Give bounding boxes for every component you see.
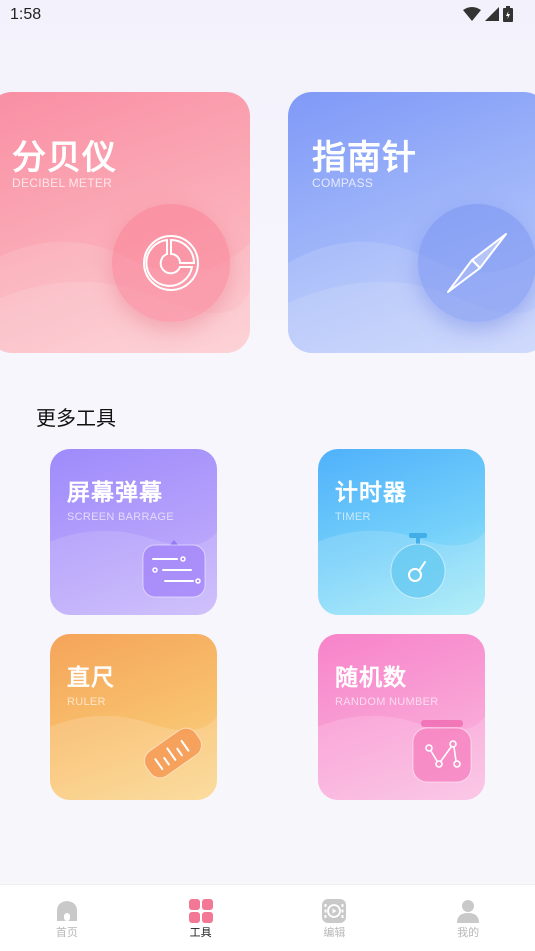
decibel-meter-card[interactable]: 分贝仪 DECIBEL METER — [0, 92, 250, 353]
decibel-subtitle: DECIBEL METER — [12, 176, 113, 190]
pie-chart-icon — [143, 235, 199, 291]
more-tools-heading: 更多工具 — [36, 406, 116, 430]
decibel-title: 分贝仪 — [12, 138, 117, 178]
home-icon — [56, 901, 77, 921]
video-edit-icon — [322, 899, 347, 923]
compass-needle-icon — [447, 233, 507, 293]
ruler-subtitle: RULER — [67, 696, 106, 708]
status-bar: 1:58 — [0, 0, 535, 30]
random-number-subtitle: RANDOM NUMBER — [335, 696, 439, 708]
wifi-icon — [463, 7, 481, 21]
random-number-card[interactable]: 随机数 RANDOM NUMBER — [318, 634, 485, 800]
grid-icon — [188, 899, 213, 923]
compass-title: 指南针 — [312, 138, 417, 178]
tab-profile-label: 我的 — [457, 926, 480, 939]
status-time: 1:58 — [10, 6, 42, 23]
compass-card[interactable]: 指南针 COMPASS — [288, 92, 535, 353]
bottom-tab-bar: 首页 工具 编辑 我的 — [0, 884, 535, 951]
tab-profile[interactable]: 我的 — [401, 885, 535, 951]
battery-icon — [503, 6, 513, 22]
tab-tools[interactable]: 工具 — [134, 885, 268, 951]
tab-edit[interactable]: 编辑 — [268, 885, 402, 951]
screen-barrage-title: 屏幕弹幕 — [67, 480, 163, 506]
barrage-screen-icon — [142, 540, 206, 598]
compass-icon-circle — [418, 204, 535, 322]
ruler-card[interactable]: 直尺 RULER — [50, 634, 217, 800]
random-jar-icon — [412, 720, 472, 783]
timer-subtitle: TIMER — [335, 511, 371, 523]
screen-barrage-card[interactable]: 屏幕弹幕 SCREEN BARRAGE — [50, 449, 217, 615]
timer-title: 计时器 — [335, 480, 407, 506]
screen-barrage-subtitle: SCREEN BARRAGE — [67, 511, 174, 523]
user-icon — [457, 900, 480, 923]
compass-subtitle: COMPASS — [312, 176, 374, 190]
stopwatch-icon — [390, 533, 446, 599]
ruler-icon — [144, 727, 202, 779]
random-number-title: 随机数 — [335, 665, 407, 691]
tab-edit-label: 编辑 — [323, 926, 346, 939]
timer-card[interactable]: 计时器 TIMER — [318, 449, 485, 615]
tab-home-label: 首页 — [55, 926, 78, 939]
status-icons — [463, 6, 513, 22]
decibel-icon-circle — [112, 204, 230, 322]
ruler-title: 直尺 — [67, 665, 115, 691]
signal-icon — [485, 7, 499, 21]
tab-home[interactable]: 首页 — [0, 885, 134, 951]
tab-tools-label: 工具 — [189, 926, 212, 939]
